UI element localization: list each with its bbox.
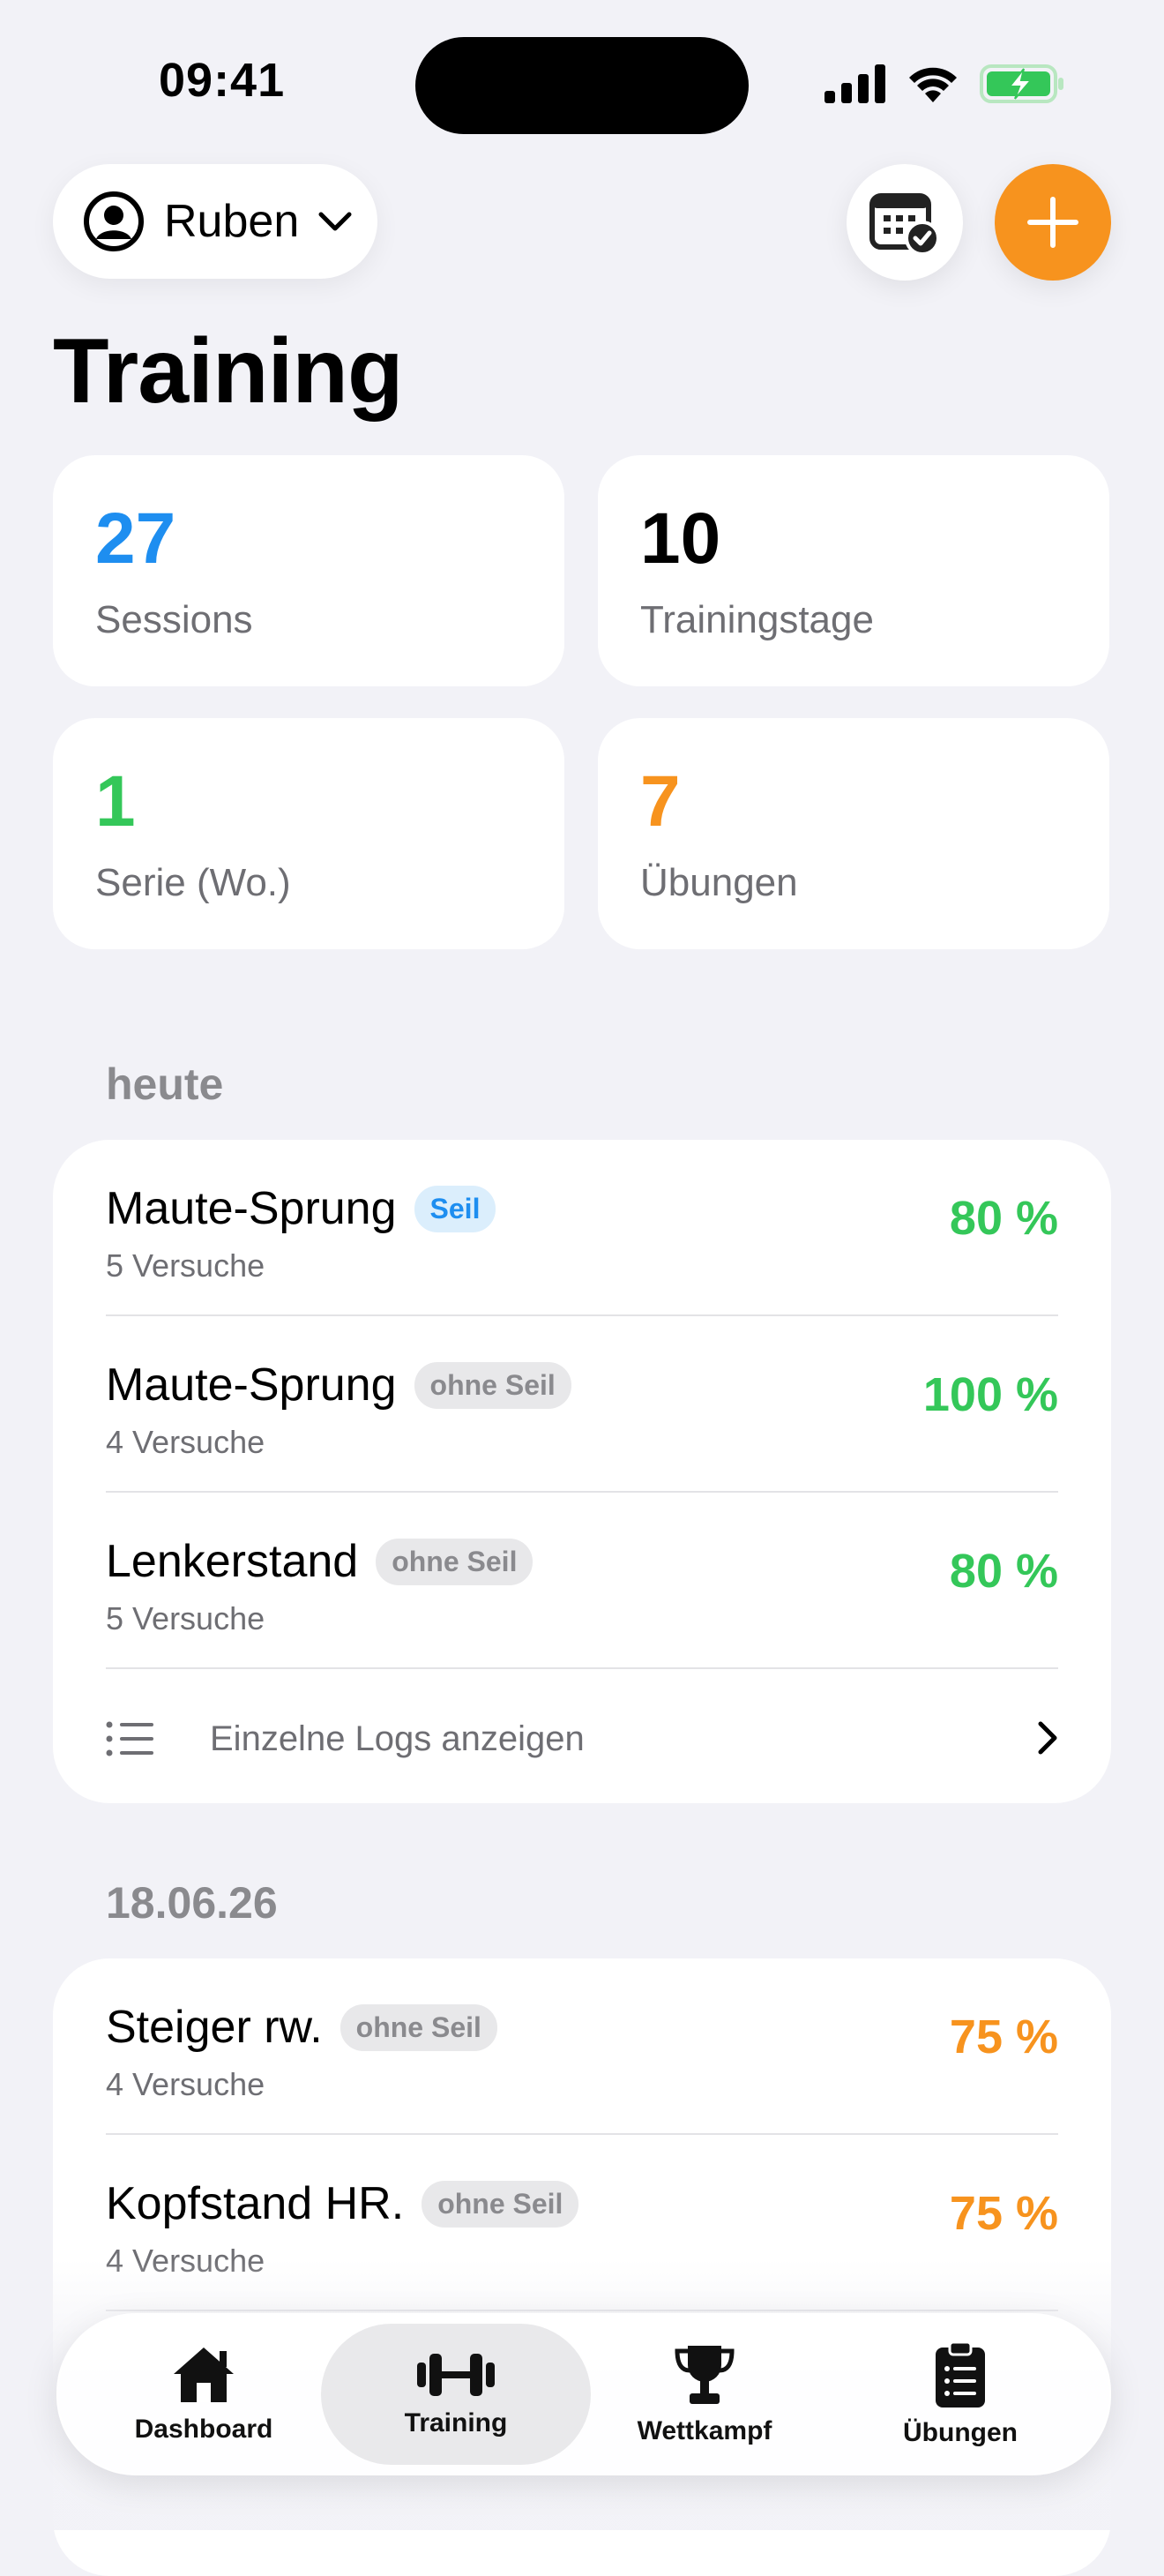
tab-wettkampf[interactable]: Wettkampf: [570, 2324, 839, 2465]
tab-label: Training: [404, 2408, 508, 2437]
tab-label: Dashboard: [134, 2415, 273, 2444]
dynamic-island: [415, 37, 749, 134]
stat-label: Trainingstage: [640, 598, 874, 641]
stat-value: 1: [95, 761, 136, 842]
tab-label: Übungen: [903, 2418, 1018, 2447]
exercise-row[interactable]: Lenkerstand ohne Seil 5 Versuche 80 %: [106, 1493, 1058, 1669]
cellular-signal-icon: [824, 64, 885, 103]
attempts-count: 4 Versuche: [106, 1424, 265, 1460]
status-icons: [824, 62, 1064, 106]
rope-badge: ohne Seil: [376, 1538, 534, 1585]
tab-dashboard[interactable]: Dashboard: [69, 2324, 339, 2465]
calendar-button[interactable]: [847, 164, 963, 281]
show-logs-link[interactable]: Einzelne Logs anzeigen: [106, 1669, 1058, 1808]
user-avatar-icon: [84, 191, 144, 251]
tab-label: Wettkampf: [637, 2416, 772, 2445]
battery-charging-icon: [980, 64, 1063, 103]
success-percent: 75 %: [949, 2187, 1058, 2240]
success-percent: 80 %: [949, 1192, 1058, 1245]
exercise-name: Maute-Sprung: [106, 1359, 397, 1411]
add-session-button[interactable]: [995, 164, 1111, 281]
exercise-row[interactable]: Maute-Sprung ohne Seil 4 Versuche 100 %: [106, 1316, 1058, 1493]
session-card-today: Maute-Sprung Seil 5 Versuche 80 % Maute-…: [53, 1140, 1111, 1803]
calendar-check-icon: [869, 193, 940, 256]
show-logs-label: Einzelne Logs anzeigen: [210, 1719, 585, 1758]
stat-card-uebungen: 7 Übungen: [598, 718, 1109, 949]
tab-uebungen[interactable]: Übungen: [825, 2324, 1095, 2465]
attempts-count: 4 Versuche: [106, 2066, 265, 2102]
stat-label: Übungen: [640, 861, 798, 904]
clipboard-list-icon: [936, 2340, 985, 2408]
trophy-icon: [675, 2346, 735, 2404]
house-icon: [174, 2348, 234, 2402]
tab-training[interactable]: Training: [321, 2324, 591, 2465]
stat-card-trainingstage: 10 Trainingstage: [598, 455, 1109, 686]
rope-badge: Seil: [414, 1185, 496, 1232]
attempts-count: 5 Versuche: [106, 1600, 265, 1636]
dumbbell-icon: [417, 2354, 495, 2396]
exercise-name: Steiger rw.: [106, 2002, 323, 2053]
rope-badge: ohne Seil: [414, 1361, 571, 1409]
exercise-name: Lenkerstand: [106, 1536, 359, 1587]
exercise-row[interactable]: Steiger rw. ohne Seil 4 Versuche 75 %: [106, 1958, 1058, 2135]
chevron-down-icon: [318, 212, 352, 231]
page-title: Training: [53, 320, 403, 423]
exercise-name: Maute-Sprung: [106, 1183, 397, 1234]
list-icon: [106, 1721, 153, 1756]
stat-card-sessions: 27 Sessions: [53, 455, 564, 686]
rope-badge: ohne Seil: [422, 2180, 579, 2228]
chevron-right-icon: [1038, 1721, 1057, 1755]
tab-bar: Dashboard Training Wettkampf Übungen: [56, 2313, 1111, 2475]
exercise-row[interactable]: Maute-Sprung Seil 5 Versuche 80 %: [106, 1140, 1058, 1316]
stat-value: 27: [95, 498, 176, 579]
wifi-icon: [909, 67, 957, 102]
stat-value: 10: [640, 498, 721, 579]
exercise-name: Kopfstand HR.: [106, 2178, 405, 2229]
section-header-date: 18.06.26: [106, 1878, 278, 1928]
rope-badge: ohne Seil: [340, 2003, 497, 2051]
plus-icon: [1027, 197, 1078, 248]
stat-card-serie: 1 Serie (Wo.): [53, 718, 564, 949]
attempts-count: 5 Versuche: [106, 1247, 265, 1284]
status-time: 09:41: [159, 54, 286, 107]
success-percent: 75 %: [949, 2011, 1058, 2063]
stat-label: Serie (Wo.): [95, 861, 291, 904]
success-percent: 80 %: [949, 1545, 1058, 1598]
stat-value: 7: [640, 761, 681, 842]
user-switcher-button[interactable]: Ruben: [53, 164, 377, 279]
success-percent: 100 %: [922, 1368, 1058, 1421]
section-header-today: heute: [106, 1060, 224, 1109]
user-name: Ruben: [164, 196, 300, 247]
stat-label: Sessions: [95, 598, 253, 641]
